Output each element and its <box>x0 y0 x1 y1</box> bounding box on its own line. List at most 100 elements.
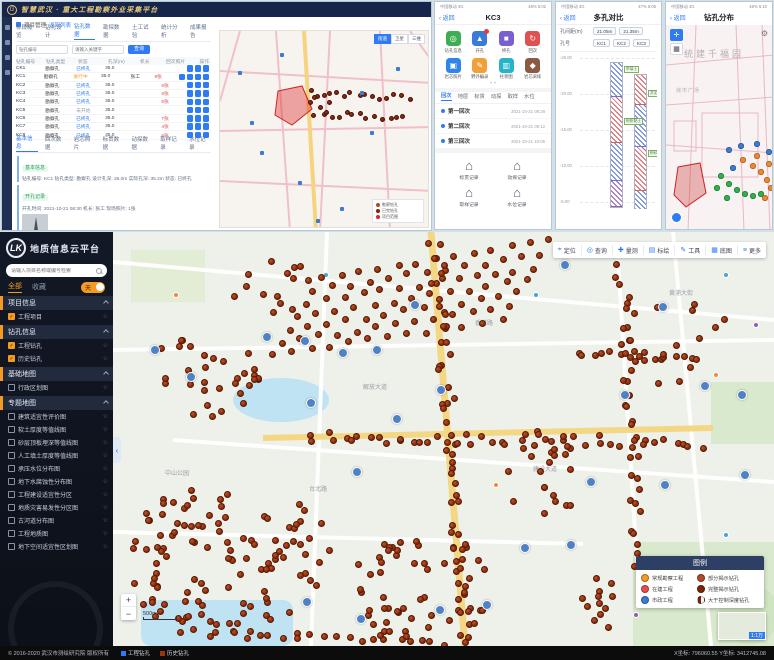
round-list-item[interactable]: 第三回次2021-10-21 10:05 <box>435 134 551 149</box>
borehole-dot[interactable] <box>323 295 330 302</box>
layers-button[interactable]: ▦ <box>670 43 683 55</box>
row-action-button[interactable] <box>195 74 202 81</box>
borehole-dot[interactable] <box>536 252 543 259</box>
borehole-dot[interactable] <box>396 262 403 269</box>
borehole-dot[interactable] <box>237 571 244 578</box>
favorite-star-icon[interactable]: ☆ <box>103 452 108 459</box>
borehole-dot[interactable] <box>595 593 602 600</box>
project-marker[interactable] <box>586 477 596 487</box>
table-row[interactable]: KC1勘察孔进行中35.0张工9张 <box>16 73 211 81</box>
borehole-dot[interactable] <box>448 470 455 477</box>
borehole-dot[interactable] <box>712 324 719 331</box>
borehole-dot[interactable] <box>434 433 441 440</box>
borehole-dot[interactable] <box>386 628 393 635</box>
zoom-out-button[interactable]: − <box>121 607 136 620</box>
borehole-dot[interactable] <box>225 555 232 562</box>
layer-checkbox[interactable] <box>8 413 15 420</box>
project-marker[interactable] <box>700 381 710 391</box>
basemap-toggle-option[interactable]: 街道 <box>374 34 391 44</box>
borehole-dot[interactable] <box>347 634 354 641</box>
borehole-dot[interactable] <box>416 439 423 446</box>
borehole-dot[interactable] <box>237 390 244 397</box>
project-marker[interactable] <box>150 345 160 355</box>
borehole-dot[interactable] <box>637 508 644 515</box>
borehole-dot[interactable] <box>198 611 205 618</box>
layer-item[interactable]: 地下空间适宜性区划图☆ <box>0 540 113 553</box>
borehole-dot[interactable] <box>297 572 304 579</box>
favorite-star-icon[interactable]: ☆ <box>103 439 108 446</box>
borehole-dot[interactable] <box>358 111 363 116</box>
borehole-dot[interactable] <box>244 635 251 642</box>
borehole-dot[interactable] <box>304 323 311 330</box>
borehole-dot[interactable] <box>454 440 461 447</box>
project-marker[interactable] <box>740 470 750 480</box>
row-action-button[interactable] <box>187 82 194 89</box>
row-action-button[interactable] <box>203 107 210 114</box>
survey-dot[interactable] <box>762 195 768 201</box>
layer-checkbox[interactable] <box>8 426 15 433</box>
hole-chip[interactable]: KC3 <box>633 39 650 47</box>
record-shortcut[interactable]: ⌂标贯记录 <box>445 159 493 181</box>
layer-checkbox[interactable]: ✓ <box>8 313 15 320</box>
survey-dot[interactable] <box>726 181 732 187</box>
layer-checkbox[interactable] <box>8 543 15 550</box>
borehole-dot[interactable] <box>531 442 538 449</box>
detail-tab[interactable]: 基本信息 <box>16 134 38 152</box>
project-marker[interactable] <box>302 597 312 607</box>
borehole-dot[interactable] <box>184 589 191 596</box>
zoom-in-button[interactable]: ✛ <box>670 29 683 41</box>
borehole-dot[interactable] <box>440 323 447 330</box>
borehole-dot[interactable] <box>623 403 630 410</box>
layer-checkbox[interactable] <box>8 478 15 485</box>
row-action-button[interactable] <box>203 90 210 97</box>
project-marker[interactable] <box>436 385 446 395</box>
table-row[interactable]: KC4勘察孔已终孔35.05张 <box>16 98 211 106</box>
poi-icon[interactable] <box>723 272 729 278</box>
toolbar-button[interactable]: ▤标绘 <box>643 245 675 255</box>
layer-checkbox[interactable] <box>8 491 15 498</box>
survey-dot[interactable] <box>766 149 772 155</box>
borehole-dot[interactable] <box>501 441 508 448</box>
project-marker[interactable] <box>560 260 570 270</box>
borehole-dot[interactable] <box>190 495 197 502</box>
borehole-dot[interactable] <box>130 545 137 552</box>
borehole-dot[interactable] <box>210 355 217 362</box>
borehole-dot[interactable] <box>287 327 294 334</box>
detail-tab[interactable]: 标贯数据 <box>103 135 125 152</box>
borehole-dot[interactable] <box>366 607 373 614</box>
round-tab[interactable]: 回次 <box>441 91 452 101</box>
layer-item[interactable]: 地质灾害易发性分区图☆ <box>0 501 113 514</box>
borehole-dot[interactable] <box>522 431 529 438</box>
basemap-toggle-option[interactable]: 卫星 <box>391 34 408 44</box>
borehole-dot[interactable] <box>363 316 370 323</box>
borehole-dot[interactable] <box>452 480 459 487</box>
borehole-dot[interactable] <box>195 522 202 529</box>
borehole-dot[interactable] <box>537 468 544 475</box>
borehole-dot[interactable] <box>394 115 399 120</box>
desktop-tab[interactable]: 标段概览 <box>16 23 37 40</box>
poi-icon[interactable] <box>633 612 639 618</box>
survey-dot[interactable] <box>750 193 756 199</box>
borehole-dot[interactable] <box>153 560 160 567</box>
tab-favorites[interactable]: 收藏 <box>32 282 46 293</box>
borehole-dot[interactable] <box>309 88 314 93</box>
table-row[interactable]: KC2勘察孔已终孔35.06张 <box>16 82 211 90</box>
overview-inset-map[interactable]: 1:1万 <box>718 612 766 640</box>
borehole-dot[interactable] <box>323 321 330 328</box>
borehole-dot[interactable] <box>368 434 375 441</box>
borehole-dot[interactable] <box>363 116 368 121</box>
borehole-dot[interactable] <box>189 538 196 545</box>
borehole-dot[interactable] <box>234 620 241 627</box>
survey-dot[interactable] <box>768 185 772 191</box>
borehole-dot[interactable] <box>450 545 457 552</box>
borehole-dot[interactable] <box>627 454 634 461</box>
row-action-button[interactable] <box>179 74 186 81</box>
borehole-dot[interactable] <box>245 350 252 357</box>
borehole-dot[interactable] <box>143 546 150 553</box>
borehole-dot[interactable] <box>318 105 323 110</box>
round-tab[interactable]: 取样 <box>507 92 518 101</box>
detail-tab[interactable]: 回次数据 <box>45 135 67 152</box>
borehole-dot[interactable] <box>372 323 379 330</box>
project-marker[interactable] <box>186 372 196 382</box>
survey-dot[interactable] <box>742 191 748 197</box>
